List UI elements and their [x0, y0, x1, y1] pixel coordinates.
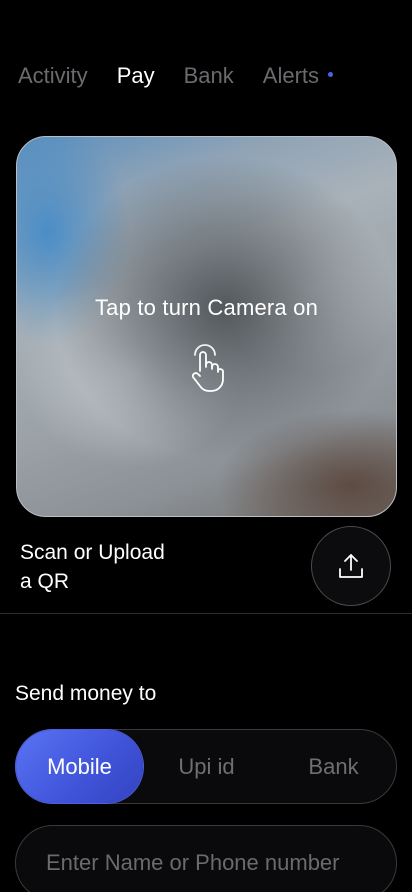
send-money-label: Send money to [15, 682, 157, 705]
tab-bank[interactable]: Bank [184, 63, 234, 89]
scan-upload-line2: a QR [20, 570, 70, 593]
option-mobile[interactable]: Mobile [16, 730, 143, 803]
scan-upload-label: Scan or Upload a QR [20, 538, 220, 596]
option-upi-id[interactable]: Upi id [143, 730, 270, 803]
pay-screen: Activity Pay Bank Alerts Tap to turn Cam… [0, 0, 412, 892]
section-divider [0, 613, 412, 614]
scan-upload-line1: Scan or Upload [20, 541, 165, 564]
recipient-type-selector: Mobile Upi id Bank [15, 729, 397, 804]
camera-prompt: Tap to turn Camera on [94, 295, 319, 320]
recipient-input-container [15, 825, 397, 892]
upload-icon [339, 554, 363, 578]
top-tabs: Activity Pay Bank Alerts [18, 58, 394, 94]
camera-preview[interactable]: Tap to turn Camera on [16, 136, 397, 517]
tap-hand-icon [191, 344, 224, 392]
option-bank[interactable]: Bank [270, 730, 397, 803]
tab-alerts[interactable]: Alerts [262, 63, 334, 89]
alert-dot-icon [328, 71, 334, 77]
upload-qr-button[interactable] [311, 526, 391, 606]
tab-activity[interactable]: Activity [18, 63, 88, 89]
tab-alerts-label: Alerts [262, 63, 320, 88]
tab-pay[interactable]: Pay [117, 63, 155, 89]
recipient-search-input[interactable] [16, 826, 396, 892]
